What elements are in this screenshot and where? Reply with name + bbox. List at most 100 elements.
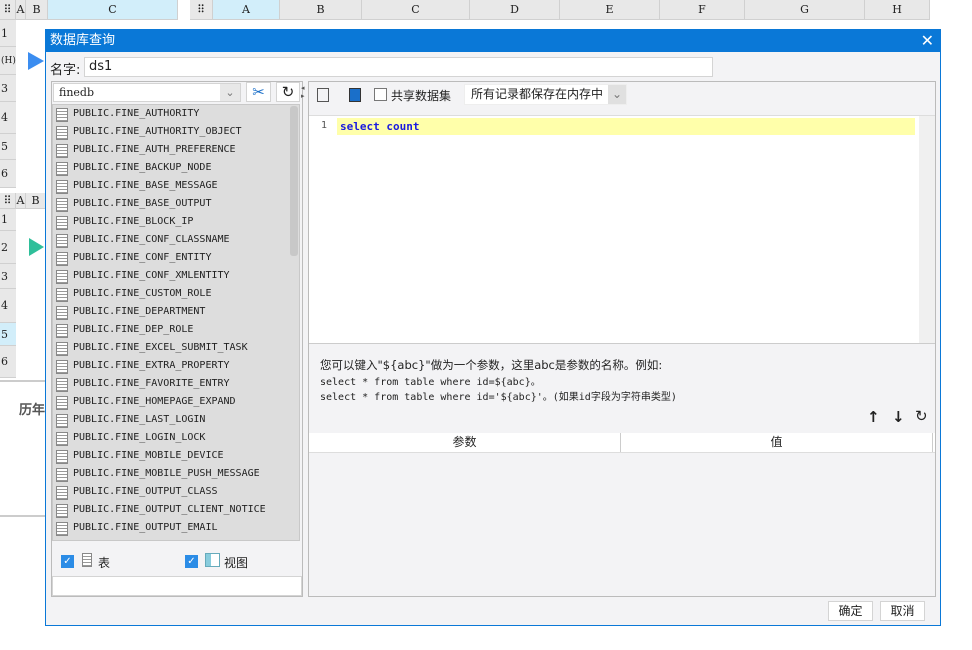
line-number: 1: [309, 116, 337, 343]
table-list-item[interactable]: PUBLIC.FINE_BLOCK_IP: [53, 213, 299, 231]
view-label: 视图: [224, 556, 249, 570]
col-header[interactable]: B: [280, 0, 362, 20]
table-list-item[interactable]: PUBLIC.FINE_AUTHORITY_OBJECT: [53, 123, 299, 141]
row-header[interactable]: 4: [0, 289, 16, 323]
row-header[interactable]: 1: [0, 209, 16, 231]
sql-editor[interactable]: 1 select count: [309, 115, 935, 344]
preview-icon[interactable]: [317, 88, 329, 102]
row-header[interactable]: (H): [0, 47, 16, 75]
table-list-item[interactable]: PUBLIC.FINE_LOGIN_LOCK: [53, 429, 299, 447]
col-header[interactable]: A: [16, 0, 26, 20]
collapse-icon[interactable]: ◂ ▸: [301, 84, 305, 100]
database-query-dialog: 数据库查询 ✕ 名字: ds1 finedb ⌄ ✂ ↻ PUBLIC.FINE_…: [45, 29, 941, 626]
row-header[interactable]: 2: [0, 231, 16, 264]
row-header[interactable]: 1: [0, 20, 16, 47]
cancel-button[interactable]: 取消: [880, 601, 925, 621]
row-header[interactable]: 3: [0, 75, 16, 102]
table-list-item[interactable]: PUBLIC.FINE_AUTHORITY: [53, 105, 299, 123]
connection-settings-button[interactable]: ✂: [246, 82, 271, 102]
table-list-item[interactable]: PUBLIC.FINE_BASE_OUTPUT: [53, 195, 299, 213]
move-down-icon[interactable]: ↓: [892, 408, 905, 426]
close-icon[interactable]: ✕: [921, 30, 934, 52]
table-list-item[interactable]: PUBLIC.FINE_EXCEL_SUBMIT_TASK: [53, 339, 299, 357]
share-dataset-checkbox[interactable]: [374, 88, 387, 101]
col-header[interactable]: C: [48, 0, 178, 20]
table-list-item[interactable]: PUBLIC.FINE_LAST_LOGIN: [53, 411, 299, 429]
chevron-down-icon: ⌄: [220, 84, 240, 101]
col-header[interactable]: B: [26, 0, 48, 20]
table-list-item[interactable]: PUBLIC.FINE_MOBILE_PUSH_MESSAGE: [53, 465, 299, 483]
name-label: 名字:: [50, 63, 81, 78]
row-header[interactable]: 5: [0, 134, 16, 160]
table-label: 表: [98, 556, 111, 570]
view-icon: [205, 553, 220, 567]
connection-value: finedb: [59, 86, 95, 99]
param-col-header: 参数: [309, 433, 621, 452]
col-header[interactable]: G: [745, 0, 865, 20]
col-header[interactable]: E: [560, 0, 660, 20]
table-list-item[interactable]: PUBLIC.FINE_HOMEPAGE_EXPAND: [53, 393, 299, 411]
table-list-item[interactable]: PUBLIC.FINE_OUTPUT_CLASS: [53, 483, 299, 501]
col-header[interactable]: B: [26, 193, 46, 209]
hint-line: select * from table where id='${abc}'。(如…: [320, 392, 677, 403]
table-checkbox[interactable]: ✓: [61, 555, 74, 568]
play-icon: [28, 52, 44, 70]
table-list-item[interactable]: PUBLIC.FINE_BACKUP_NODE: [53, 159, 299, 177]
scrollbar[interactable]: [919, 116, 935, 343]
query-panel: ◂ ▸ 共享数据集 所有记录都保存在内存中 ⌄ 1 select count 您可以…: [301, 81, 936, 597]
scrollbar[interactable]: [290, 106, 298, 256]
connection-select[interactable]: finedb ⌄: [53, 83, 241, 102]
col-header[interactable]: A: [16, 193, 26, 209]
row-header[interactable]: 4: [0, 102, 16, 134]
table-search-input[interactable]: [52, 576, 302, 596]
dialog-title: 数据库查询: [46, 30, 940, 52]
chevron-down-icon: ⌄: [608, 85, 626, 104]
row-header[interactable]: 6: [0, 160, 16, 188]
hint-line: 您可以键入"${abc}"做为一个参数，这里abc是参数的名称。例如:: [320, 358, 663, 372]
col-header[interactable]: H: [865, 0, 930, 20]
storage-mode-value: 所有记录都保存在内存中: [471, 87, 604, 101]
table-list-item[interactable]: PUBLIC.FINE_CONF_CLASSNAME: [53, 231, 299, 249]
row-header[interactable]: 6: [0, 346, 16, 378]
table-list-item[interactable]: PUBLIC.FINE_DEP_ROLE: [53, 321, 299, 339]
value-col-header: 值: [621, 433, 933, 452]
col-header[interactable]: F: [660, 0, 745, 20]
refresh-button[interactable]: ↻: [276, 82, 300, 102]
play-icon: [29, 238, 44, 256]
corner: ⠿: [190, 0, 213, 20]
ok-button[interactable]: 确定: [828, 601, 873, 621]
table-panel: finedb ⌄ ✂ ↻ PUBLIC.FINE_AUTHORITY PUBLIC.…: [51, 81, 303, 597]
table-list-item[interactable]: PUBLIC.FINE_MOBILE_DEVICE: [53, 447, 299, 465]
col-header[interactable]: D: [470, 0, 560, 20]
view-checkbox[interactable]: ✓: [185, 555, 198, 568]
hint-line: select * from table where id=${abc}。: [320, 377, 541, 388]
share-dataset-label: 共享数据集: [391, 89, 452, 103]
corner: ⠿: [0, 193, 16, 209]
save-icon[interactable]: [349, 88, 361, 102]
name-input[interactable]: ds1: [84, 57, 713, 77]
divider: [0, 380, 45, 382]
row-header[interactable]: 3: [0, 264, 16, 289]
refresh-params-icon[interactable]: ↻: [915, 407, 928, 425]
table-list-item[interactable]: PUBLIC.FINE_EXTRA_PROPERTY: [53, 357, 299, 375]
param-table-header: 参数 值: [309, 433, 935, 453]
table-list-item[interactable]: PUBLIC.FINE_DEPARTMENT: [53, 303, 299, 321]
table-icon: [82, 553, 92, 567]
table-list-item[interactable]: PUBLIC.FINE_CONF_ENTITY: [53, 249, 299, 267]
table-list-item[interactable]: PUBLIC.FINE_CONF_XMLENTITY: [53, 267, 299, 285]
col-header[interactable]: A: [213, 0, 280, 20]
table-list: PUBLIC.FINE_AUTHORITY PUBLIC.FINE_AUTHORI…: [52, 104, 300, 541]
col-header[interactable]: C: [362, 0, 470, 20]
table-list-item[interactable]: PUBLIC.FINE_CUSTOM_ROLE: [53, 285, 299, 303]
table-list-item[interactable]: PUBLIC.FINE_OUTPUT_EMAIL: [53, 519, 299, 537]
table-list-item[interactable]: PUBLIC.FINE_OUTPUT_CLIENT_NOTICE: [53, 501, 299, 519]
table-list-item[interactable]: PUBLIC.FINE_AUTH_PREFERENCE: [53, 141, 299, 159]
row-header[interactable]: 5: [0, 323, 16, 346]
divider: [0, 515, 45, 517]
table-list-item[interactable]: PUBLIC.FINE_FAVORITE_ENTRY: [53, 375, 299, 393]
table-list-item[interactable]: PUBLIC.FINE_BASE_MESSAGE: [53, 177, 299, 195]
sql-text[interactable]: select count: [337, 118, 915, 135]
storage-mode-select[interactable]: 所有记录都保存在内存中 ⌄: [464, 84, 627, 105]
bg-title: 历年: [19, 403, 46, 418]
move-up-icon[interactable]: ↑: [867, 408, 880, 426]
